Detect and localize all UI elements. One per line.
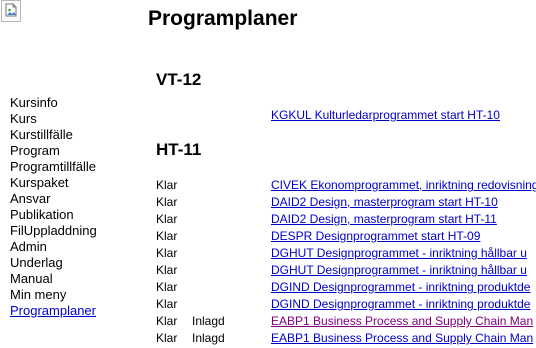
status-text: Klar: [156, 297, 178, 311]
list-item: Klar DESPR Designprogrammet start HT-09: [0, 229, 536, 246]
sidebar-item-program[interactable]: Program: [10, 143, 97, 159]
status-text: Klar: [156, 212, 178, 226]
list-item: Klar DGIND Designprogrammet - inriktning…: [0, 297, 536, 314]
program-plan-link[interactable]: DGHUT Designprogrammet - inriktning håll…: [271, 263, 527, 277]
sidebar-item-programtillfalle[interactable]: Programtillfälle: [10, 159, 97, 175]
list-item: Klar DGHUT Designprogrammet - inriktning…: [0, 263, 536, 280]
program-plan-link[interactable]: DGIND Designprogrammet - inriktning prod…: [271, 297, 530, 311]
list-item: Klar DGIND Designprogrammet - inriktning…: [0, 280, 536, 297]
broken-image-icon: [1, 0, 21, 22]
list-item: Klar Inlagd EABP1 Business Process and S…: [0, 331, 536, 348]
status-text: Klar: [156, 246, 178, 260]
program-plan-link[interactable]: DGHUT Designprogrammet - inriktning håll…: [271, 246, 527, 260]
program-plan-link[interactable]: EABP1 Business Process and Supply Chain …: [271, 331, 533, 345]
status-text: Klar: [156, 280, 178, 294]
list-item: Klar DGHUT Designprogrammet - inriktning…: [0, 246, 536, 263]
program-plan-link[interactable]: DGIND Designprogrammet - inriktning prod…: [271, 280, 530, 294]
program-plan-link[interactable]: DAID2 Design, masterprogram start HT-10: [271, 195, 498, 209]
status-text: Klar: [156, 263, 178, 277]
status-text: Klar: [156, 229, 178, 243]
list-item: KGKUL Kulturledarprogrammet start HT-10: [0, 108, 536, 125]
status-text: Klar: [156, 314, 178, 328]
program-plan-link[interactable]: CIVEK Ekonomprogrammet, inriktning redov…: [271, 178, 536, 192]
status-text: Klar: [156, 331, 178, 345]
program-plan-link[interactable]: KGKUL Kulturledarprogrammet start HT-10: [271, 108, 500, 122]
registered-text: Inlagd: [192, 331, 225, 345]
list-item: Klar DAID2 Design, masterprogram start H…: [0, 212, 536, 229]
program-plan-link[interactable]: DAID2 Design, masterprogram start HT-11: [271, 212, 497, 226]
registered-text: Inlagd: [192, 314, 225, 328]
page-title: Programplaner: [148, 7, 298, 30]
program-plan-link[interactable]: EABP1 Business Process and Supply Chain …: [271, 314, 533, 328]
sidebar-item-kurstillfalle[interactable]: Kurstillfälle: [10, 127, 97, 143]
program-plan-link[interactable]: DESPR Designprogrammet start HT-09: [271, 229, 480, 243]
section-heading-vt12: VT-12: [156, 70, 202, 89]
list-item: Klar CIVEK Ekonomprogrammet, inriktning …: [0, 178, 536, 195]
list-item: Klar DAID2 Design, masterprogram start H…: [0, 195, 536, 212]
status-text: Klar: [156, 178, 178, 192]
status-text: Klar: [156, 195, 178, 209]
list-item: Klar Inlagd EABP1 Business Process and S…: [0, 314, 536, 331]
section-heading-ht11: HT-11: [156, 140, 202, 159]
